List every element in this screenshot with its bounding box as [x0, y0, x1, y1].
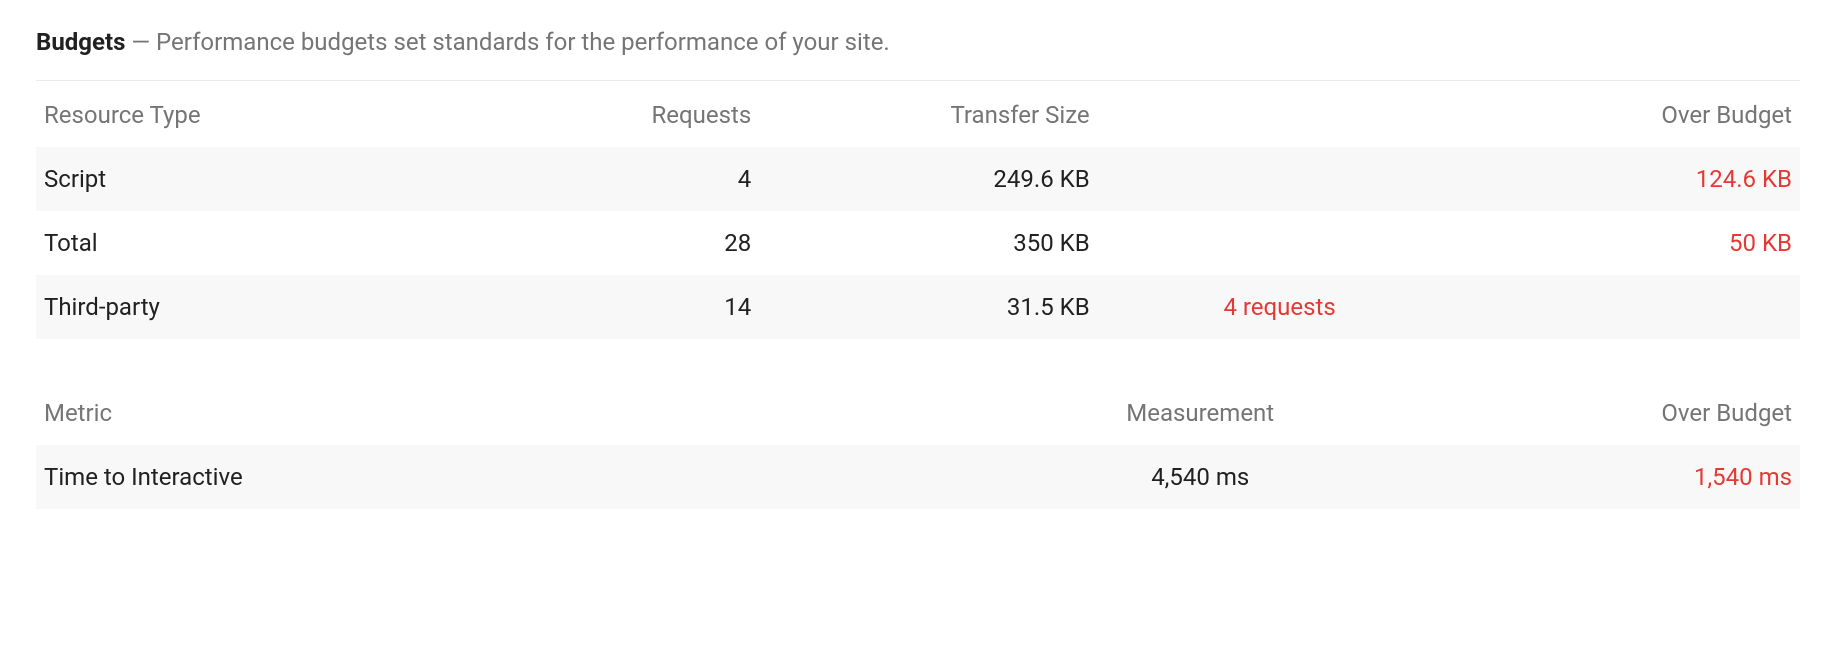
cell-over-budget-requests [1130, 211, 1430, 275]
cell-transfer-size: 350 KB [759, 211, 1129, 275]
cell-over-budget-requests: 4 requests [1130, 275, 1430, 339]
cell-requests: 14 [512, 275, 759, 339]
metric-budget-table: Metric Measurement Over Budget Time to I… [36, 379, 1800, 509]
cell-requests: 4 [512, 147, 759, 211]
section-description: Performance budgets set standards for th… [156, 28, 890, 56]
col-over-budget: Over Budget [1394, 379, 1800, 445]
cell-over-budget-size: 124.6 KB [1430, 147, 1800, 211]
cell-resource-type: Third-party [36, 275, 512, 339]
cell-measurement: 4,540 ms [1006, 445, 1394, 509]
table-row: Script 4 249.6 KB 124.6 KB [36, 147, 1800, 211]
table-header-row: Metric Measurement Over Budget [36, 379, 1800, 445]
cell-resource-type: Total [36, 211, 512, 275]
table-row: Total 28 350 KB 50 KB [36, 211, 1800, 275]
budgets-section-header: Budgets — Performance budgets set standa… [36, 28, 1800, 81]
section-title: Budgets [36, 28, 125, 56]
cell-over-budget-size [1430, 275, 1800, 339]
table-header-row: Resource Type Requests Transfer Size Ove… [36, 81, 1800, 147]
cell-resource-type: Script [36, 147, 512, 211]
col-over-budget: Over Budget [1430, 81, 1800, 147]
cell-over-budget: 1,540 ms [1394, 445, 1800, 509]
cell-metric: Time to Interactive [36, 445, 1006, 509]
col-transfer-size: Transfer Size [759, 81, 1129, 147]
col-metric: Metric [36, 379, 1006, 445]
cell-transfer-size: 249.6 KB [759, 147, 1129, 211]
section-separator: — [125, 28, 156, 56]
table-row: Time to Interactive 4,540 ms 1,540 ms [36, 445, 1800, 509]
col-over-budget-requests [1130, 81, 1430, 147]
cell-over-budget-size: 50 KB [1430, 211, 1800, 275]
cell-requests: 28 [512, 211, 759, 275]
cell-over-budget-requests [1130, 147, 1430, 211]
col-measurement: Measurement [1006, 379, 1394, 445]
col-requests: Requests [512, 81, 759, 147]
table-row: Third-party 14 31.5 KB 4 requests [36, 275, 1800, 339]
resource-budget-table: Resource Type Requests Transfer Size Ove… [36, 81, 1800, 339]
cell-transfer-size: 31.5 KB [759, 275, 1129, 339]
col-resource-type: Resource Type [36, 81, 512, 147]
